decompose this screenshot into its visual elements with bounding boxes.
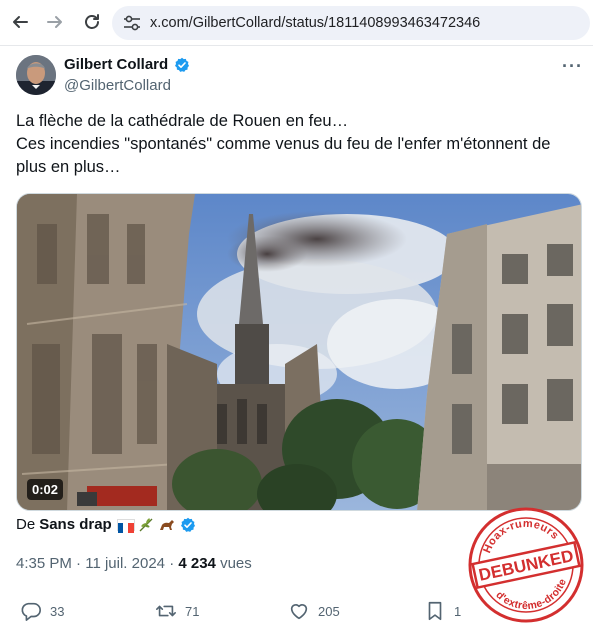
browser-toolbar: x.com/GilbertCollard/status/181140899346… — [0, 0, 593, 46]
bookmark-count: 1 — [454, 603, 462, 619]
reply-button[interactable]: 33 — [20, 600, 64, 622]
views-label: vues — [220, 555, 252, 572]
like-icon — [290, 604, 308, 620]
forward-arrow-icon[interactable] — [41, 8, 69, 36]
video-duration: 0:02 — [27, 479, 64, 500]
more-icon[interactable]: ··· — [562, 56, 583, 77]
tweet-date[interactable]: 11 juil. 2024 — [85, 555, 165, 572]
tweet-text: La flèche de la cathédrale de Rouen en f… — [16, 110, 586, 179]
retweet-button[interactable]: 71 — [155, 600, 199, 622]
separator: · — [76, 555, 82, 572]
tweet-text-line: La flèche de la cathédrale de Rouen en f… — [16, 112, 349, 130]
retweet-count: 71 — [185, 603, 200, 619]
author-name[interactable]: Gilbert Collard — [64, 56, 168, 73]
tweet-text-line: Ces incendies "spontanés" comme venus du… — [16, 135, 551, 153]
french-flag-icon — [116, 518, 135, 533]
bookmark-button[interactable]: 1 — [424, 600, 461, 622]
verified-badge-icon — [180, 517, 195, 532]
source-attribution: De Sans drap — [16, 516, 196, 533]
tweet-video[interactable] — [16, 193, 582, 511]
avatar[interactable] — [16, 55, 56, 95]
url-text: x.com/GilbertCollard/status/181140899346… — [150, 15, 481, 31]
source-account[interactable]: Sans drap — [39, 516, 112, 533]
reply-icon — [21, 602, 41, 621]
tweet-meta: 4:35 PM · 11 juil. 2024 · 4 234 vues — [16, 555, 252, 572]
reply-count: 33 — [50, 603, 65, 619]
reload-icon[interactable] — [78, 8, 106, 36]
from-prefix: De — [16, 516, 36, 533]
separator: · — [169, 555, 175, 572]
like-button[interactable]: 205 — [288, 600, 340, 622]
verified-badge-icon — [175, 57, 189, 72]
bookmark-icon — [428, 601, 442, 621]
horse-icon — [159, 519, 174, 530]
author-handle[interactable]: @GilbertCollard — [64, 77, 171, 94]
retweet-icon — [156, 605, 176, 617]
site-settings-icon[interactable] — [122, 14, 142, 32]
like-count: 205 — [318, 603, 340, 619]
back-arrow-icon[interactable] — [6, 8, 34, 36]
debunked-stamp: Hoax-rumeurs d'extrême-droite DEBUNKED — [468, 507, 584, 623]
tweet-text-line: plus en plus… — [16, 158, 121, 176]
olive-branch-icon — [139, 517, 153, 531]
views-count: 4 234 — [178, 555, 216, 572]
tweet-time[interactable]: 4:35 PM — [16, 555, 72, 572]
address-bar[interactable]: x.com/GilbertCollard/status/181140899346… — [112, 6, 590, 40]
